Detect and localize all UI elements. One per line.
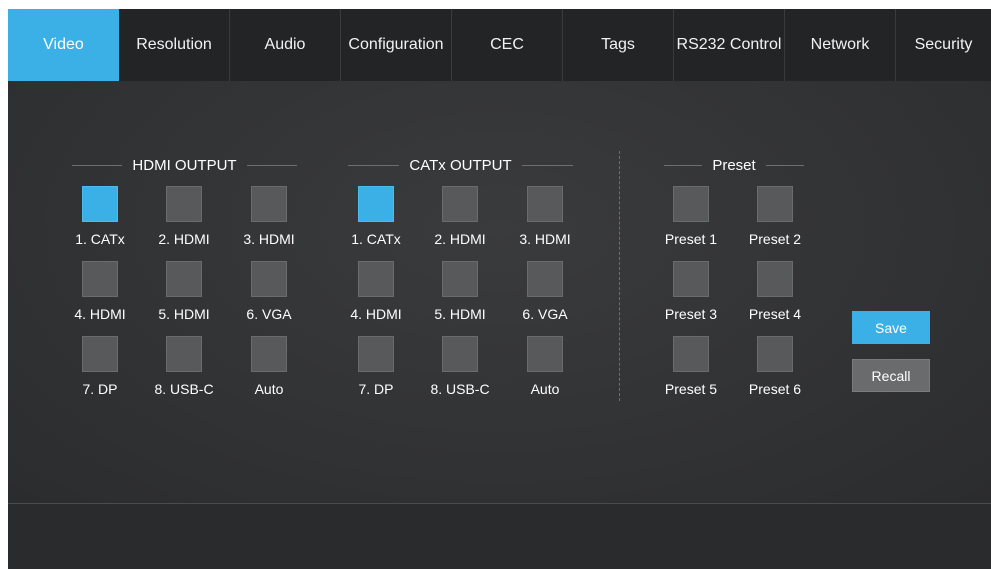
hdmi-source-button[interactable] <box>82 336 118 372</box>
hdmi-output-title: HDMI OUTPUT <box>132 156 237 174</box>
recall-button[interactable]: Recall <box>852 359 930 392</box>
catx-output-title: CATx OUTPUT <box>409 156 512 174</box>
catx-source-label: 6. VGA <box>522 306 568 322</box>
header-rule <box>765 164 805 166</box>
header-rule <box>664 164 703 166</box>
hdmi-source-label: 3. HDMI <box>243 231 295 247</box>
hdmi-source-label: 1. CATx <box>75 231 125 247</box>
hdmi-source-button[interactable] <box>166 261 202 297</box>
hdmi-source-button[interactable] <box>166 186 202 222</box>
footer-bar <box>8 503 991 569</box>
hdmi-source-label: 4. HDMI <box>74 306 126 322</box>
catx-source-button[interactable] <box>442 186 478 222</box>
tab-network[interactable]: Network <box>785 9 896 81</box>
header-rule <box>521 164 573 166</box>
preset-button[interactable] <box>673 186 709 222</box>
hdmi-source-button[interactable] <box>166 336 202 372</box>
preset-button[interactable] <box>757 261 793 297</box>
catx-source-label: 7. DP <box>358 381 394 397</box>
hdmi-source-label: 8. USB-C <box>154 381 214 397</box>
catx-source-button[interactable] <box>442 261 478 297</box>
hdmi-source-label: 6. VGA <box>246 306 292 322</box>
preset-label: Preset 4 <box>748 306 802 322</box>
hdmi-source-button[interactable] <box>82 186 118 222</box>
tab-video[interactable]: Video <box>8 9 119 81</box>
catx-output-header: CATx OUTPUT <box>348 155 573 175</box>
preset-label: Preset 6 <box>748 381 802 397</box>
catx-source-button[interactable] <box>358 336 394 372</box>
header-rule <box>246 164 298 166</box>
preset-header: Preset <box>664 155 805 175</box>
tab-rs232-control[interactable]: RS232 Control <box>674 9 785 81</box>
catx-source-button[interactable] <box>358 186 394 222</box>
catx-source-button[interactable] <box>442 336 478 372</box>
preset-button[interactable] <box>757 336 793 372</box>
tab-cec[interactable]: CEC <box>452 9 563 81</box>
catx-source-label: Auto <box>530 381 560 397</box>
catx-source-button[interactable] <box>358 261 394 297</box>
preset-title: Preset <box>712 156 756 174</box>
catx-source-label: 3. HDMI <box>519 231 571 247</box>
video-panel: HDMI OUTPUT 1. CATx 2. HDMI 3. HDMI 4. HDMI… <box>8 81 991 503</box>
hdmi-source-button[interactable] <box>251 336 287 372</box>
preset-button[interactable] <box>673 336 709 372</box>
catx-source-button[interactable] <box>527 336 563 372</box>
catx-source-label: 8. USB-C <box>430 381 490 397</box>
save-button[interactable]: Save <box>852 311 930 344</box>
preset-label: Preset 5 <box>664 381 718 397</box>
tab-tags[interactable]: Tags <box>563 9 674 81</box>
catx-source-button[interactable] <box>527 261 563 297</box>
hdmi-output-header: HDMI OUTPUT <box>72 155 298 175</box>
hdmi-source-button[interactable] <box>82 261 118 297</box>
tab-configuration[interactable]: Configuration <box>341 9 452 81</box>
hdmi-source-label: 2. HDMI <box>158 231 210 247</box>
hdmi-source-label: Auto <box>254 381 284 397</box>
header-rule <box>72 164 123 166</box>
tab-bar: Video Resolution Audio Configuration CEC… <box>8 9 991 81</box>
preset-label: Preset 2 <box>748 231 802 247</box>
hdmi-source-button[interactable] <box>251 261 287 297</box>
app-window: Video Resolution Audio Configuration CEC… <box>8 9 991 569</box>
preset-button[interactable] <box>757 186 793 222</box>
catx-source-label: 2. HDMI <box>434 231 486 247</box>
hdmi-source-label: 5. HDMI <box>158 306 210 322</box>
header-rule <box>348 164 400 166</box>
tab-audio[interactable]: Audio <box>230 9 341 81</box>
catx-source-button[interactable] <box>527 186 563 222</box>
section-divider <box>619 151 620 401</box>
catx-source-label: 4. HDMI <box>350 306 402 322</box>
preset-label: Preset 3 <box>664 306 718 322</box>
catx-source-label: 5. HDMI <box>434 306 486 322</box>
preset-label: Preset 1 <box>664 231 718 247</box>
tab-security[interactable]: Security <box>896 9 991 81</box>
catx-source-label: 1. CATx <box>351 231 401 247</box>
tab-resolution[interactable]: Resolution <box>119 9 230 81</box>
hdmi-source-label: 7. DP <box>82 381 118 397</box>
preset-button[interactable] <box>673 261 709 297</box>
hdmi-source-button[interactable] <box>251 186 287 222</box>
